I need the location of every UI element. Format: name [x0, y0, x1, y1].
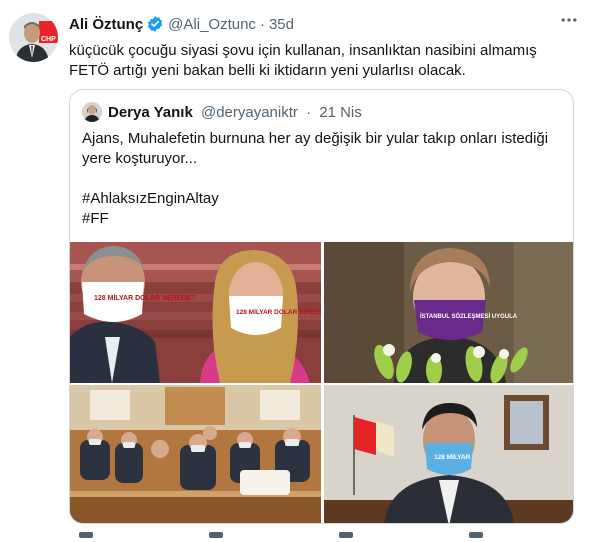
- tweet-actions-bar: [69, 532, 569, 542]
- quoted-media-grid: 128 MİLYAR DOLAR NEREDE? 128 MİLYAR DOLA…: [70, 242, 573, 523]
- quoted-separator-dot: ·: [306, 104, 312, 121]
- mask-text: İSTANBUL SÖZLEŞMESİ UYGULA: [420, 313, 518, 320]
- share-icon[interactable]: [469, 532, 483, 538]
- quoted-tweet-time[interactable]: 21 Nis: [319, 104, 362, 121]
- quoted-author-avatar[interactable]: [82, 102, 102, 122]
- tweet-header: Ali Öztunç @Ali_Oztunc · 35d: [69, 15, 294, 33]
- media-photo-3[interactable]: [70, 385, 321, 523]
- quoted-tweet[interactable]: Derya Yanık @deryayaniktr · 21 Nis Ajans…: [69, 89, 574, 524]
- like-icon[interactable]: [339, 532, 353, 538]
- quoted-author-name[interactable]: Derya Yanık: [108, 104, 193, 121]
- retweet-icon[interactable]: [209, 532, 223, 538]
- author-name[interactable]: Ali Öztunç: [69, 16, 143, 33]
- quoted-tweet-text: Ajans, Muhalefetin burnuna her ay değişi…: [82, 129, 562, 229]
- avatar-badge-text: CHP: [41, 36, 56, 43]
- reply-icon[interactable]: [79, 532, 93, 538]
- tweet-time[interactable]: 35d: [269, 16, 294, 33]
- tweet[interactable]: CHP Ali Öztunç @Ali_Oztunc · 35d küçücük…: [0, 0, 593, 542]
- mask-text: 128 MİLYAR DOLAR NEREDE: [236, 308, 321, 316]
- hashtag-link[interactable]: #AhlaksızEnginAltay: [82, 189, 562, 209]
- mask-text: 128 MİLYAR DOLAR NEREDE?: [94, 294, 195, 302]
- author-avatar[interactable]: CHP: [9, 13, 58, 62]
- media-photo-1[interactable]: 128 MİLYAR DOLAR NEREDE? 128 MİLYAR DOLA…: [70, 242, 321, 383]
- quoted-tweet-header: Derya Yanık @deryayaniktr · 21 Nis: [108, 104, 362, 121]
- separator-dot: ·: [259, 15, 265, 33]
- quoted-author-handle[interactable]: @deryayaniktr: [201, 104, 298, 121]
- hashtag-link[interactable]: #FF: [82, 209, 562, 229]
- author-handle[interactable]: @Ali_Oztunc: [168, 16, 256, 33]
- verified-badge-icon: [146, 15, 164, 33]
- tweet-text: küçücük çocuğu siyasi şovu için kullanan…: [69, 42, 537, 79]
- mask-text: 128 MİLYAR: [434, 453, 471, 461]
- media-photo-2[interactable]: İSTANBUL SÖZLEŞMESİ UYGULA: [324, 242, 573, 383]
- media-photo-4[interactable]: 128 MİLYAR: [324, 385, 573, 523]
- more-options-icon[interactable]: [557, 10, 581, 30]
- quoted-text-body: Ajans, Muhalefetin burnuna her ay değişi…: [82, 130, 549, 167]
